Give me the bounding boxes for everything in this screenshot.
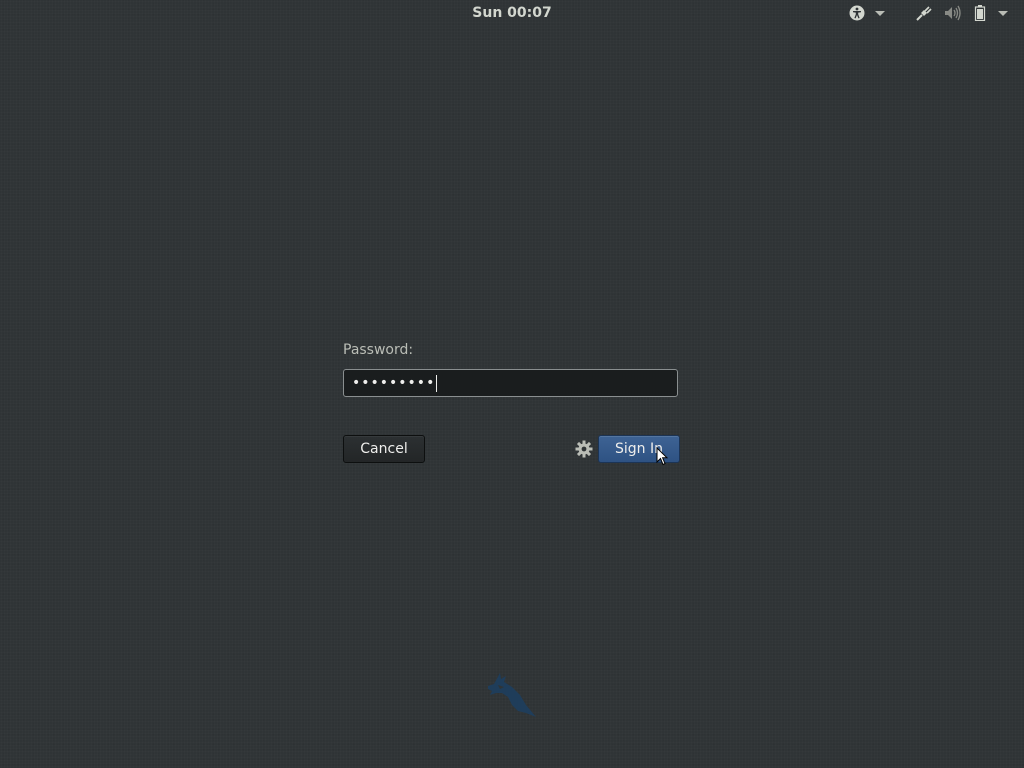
gear-icon[interactable]	[575, 440, 593, 458]
volume-icon[interactable]	[944, 5, 962, 21]
password-label: Password:	[343, 342, 414, 358]
password-field[interactable]: •••••••••	[343, 369, 678, 397]
chevron-down-icon[interactable]	[998, 11, 1008, 16]
chevron-down-icon[interactable]	[875, 11, 885, 16]
cancel-button[interactable]: Cancel	[343, 435, 425, 463]
wired-network-icon[interactable]	[916, 5, 932, 21]
mouse-pointer-icon	[656, 447, 668, 466]
battery-icon[interactable]	[974, 5, 986, 21]
password-value: •••••••••	[352, 375, 436, 391]
clock[interactable]: Sun 00:07	[0, 5, 1024, 21]
text-caret	[436, 374, 438, 392]
top-bar: Sun 00:07	[0, 0, 1024, 27]
login-screen: Sun 00:07 Password: ••••••••• Cancel Sig…	[0, 0, 1024, 768]
accessibility-icon[interactable]	[849, 5, 865, 21]
distribution-logo	[488, 673, 536, 717]
